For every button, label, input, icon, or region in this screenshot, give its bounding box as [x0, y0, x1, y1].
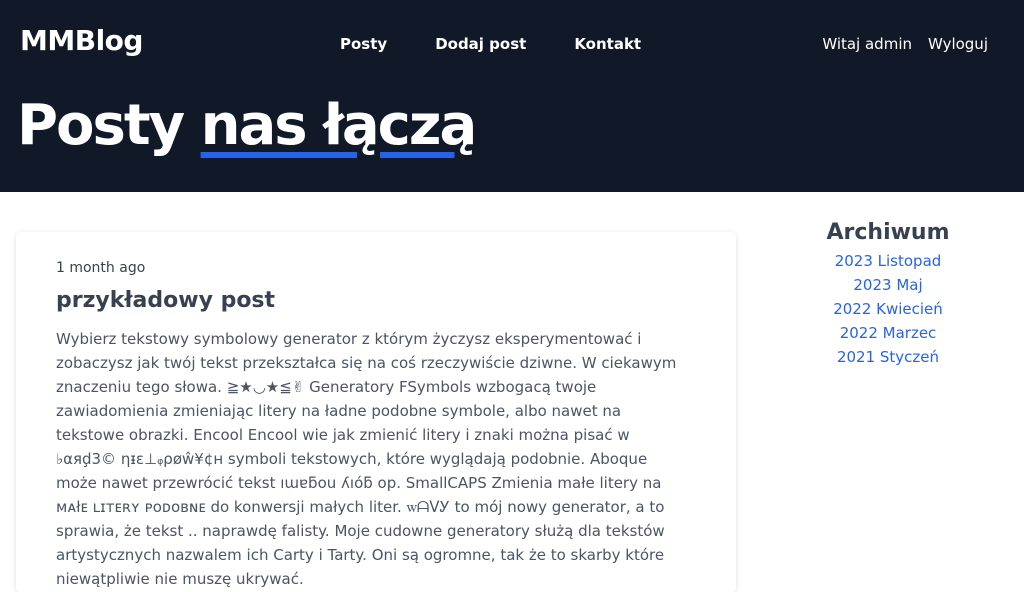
archive-item: 2023 Maj [810, 273, 966, 297]
nav-link-kontakt[interactable]: Kontakt [574, 35, 641, 53]
archive-link-2023-listopad[interactable]: 2023 Listopad [835, 252, 942, 270]
hero-title-plain: Posty [17, 93, 201, 158]
archive-item: 2022 Marzec [810, 321, 966, 345]
post-title[interactable]: przykładowy post [56, 288, 696, 313]
logout-link[interactable]: Wyloguj [928, 35, 988, 53]
nav-link-posty[interactable]: Posty [340, 35, 387, 53]
archive-link-2021-styczen[interactable]: 2021 Styczeń [837, 348, 939, 366]
hero-title: Posty nas łączą [17, 98, 477, 154]
post-card: 1 month ago przykładowy post Wybierz tek… [16, 232, 736, 592]
main-nav: Posty Dodaj post Kontakt [340, 35, 689, 53]
archive-link-2022-marzec[interactable]: 2022 Marzec [840, 324, 937, 342]
hero-title-accent: nas łączą [200, 93, 478, 158]
archive-link-2022-kwiecien[interactable]: 2022 Kwiecień [833, 300, 943, 318]
greeting-text: Witaj admin [822, 35, 912, 53]
nav-link-dodaj-post[interactable]: Dodaj post [435, 35, 526, 53]
post-body: Wybierz tekstowy symbolowy generator z k… [56, 330, 677, 588]
archive-item: 2023 Listopad [810, 249, 966, 273]
post-date: 1 month ago [56, 260, 146, 276]
archive-link-2023-maj[interactable]: 2023 Maj [853, 276, 922, 294]
archive-list: 2023 Listopad 2023 Maj 2022 Kwiecień 202… [810, 249, 966, 369]
archive-sidebar: Archiwum 2023 Listopad 2023 Maj 2022 Kwi… [810, 220, 966, 369]
user-nav: Witaj admin Wyloguj [822, 35, 988, 53]
archive-item: 2021 Styczeń [810, 345, 966, 369]
archive-title: Archiwum [826, 220, 950, 245]
site-logo[interactable]: MMBlog [20, 24, 143, 57]
site-header: MMBlog Posty Dodaj post Kontakt Witaj ad… [0, 0, 1024, 192]
archive-item: 2022 Kwiecień [810, 297, 966, 321]
